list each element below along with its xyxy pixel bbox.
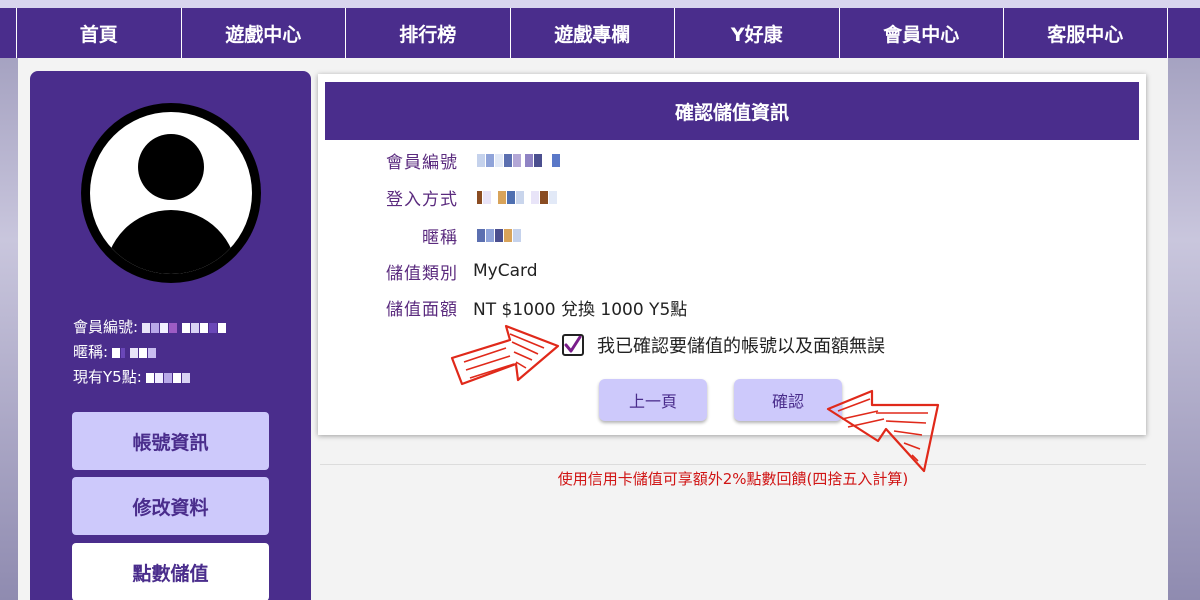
member-sidebar: 會員編號: 暱稱: 現有Y5點: 帳號資訊 修改資料 點數儲值: [30, 71, 311, 600]
topup-amount-row: 儲值面額 NT $1000 兌換 1000 Y5點: [318, 294, 1146, 320]
nav-y-deals[interactable]: Y好康: [674, 8, 839, 58]
member-id-label: 會員編號:: [73, 318, 139, 336]
member-id-row-value: [473, 153, 561, 167]
confirm-topup-panel: 確認儲值資訊 會員編號 登入方式 暱稱 儲值類別 MyCard 儲值面額 NT …: [318, 74, 1146, 435]
member-id-redacted: [142, 322, 227, 333]
topup-type-value: MyCard: [473, 261, 538, 281]
member-id-row: 會員編號: [318, 147, 1146, 173]
nickname-row-label: 暱稱: [422, 227, 458, 248]
topup-amount-label: 儲值面額: [386, 299, 458, 320]
edit-profile-button[interactable]: 修改資料: [72, 477, 269, 535]
topup-type-row: 儲值類別 MyCard: [318, 258, 1146, 284]
nav-leaderboard[interactable]: 排行榜: [345, 8, 510, 58]
panel-title: 確認儲值資訊: [325, 82, 1139, 140]
points-redacted: [145, 372, 191, 383]
nickname-row-value: [473, 228, 522, 242]
back-button[interactable]: 上一頁: [599, 379, 707, 421]
confirm-checkbox[interactable]: [562, 334, 584, 356]
topup-amount-value: NT $1000 兌換 1000 Y5點: [473, 299, 688, 320]
confirm-line: 我已確認要儲值的帳號以及面額無誤: [562, 332, 885, 358]
nav-customer-service[interactable]: 客服中心: [1003, 8, 1168, 58]
member-info: 會員編號: 暱稱: 現有Y5點:: [73, 315, 227, 390]
login-method-row-value: [473, 190, 558, 204]
divider: [320, 464, 1146, 465]
member-id-line: 會員編號:: [73, 315, 227, 340]
points-topup-button[interactable]: 點數儲值: [72, 543, 269, 600]
nav-game-column[interactable]: 遊戲專欄: [509, 8, 675, 58]
nav-game-center[interactable]: 遊戲中心: [180, 8, 346, 58]
nickname-redacted: [112, 347, 157, 358]
topup-type-label: 儲值類別: [386, 263, 458, 284]
credit-card-notice: 使用信用卡儲值可享額外2%點數回饋(四捨五入計算): [557, 470, 909, 488]
confirm-text: 我已確認要儲值的帳號以及面額無誤: [597, 336, 885, 357]
nav-member-center[interactable]: 會員中心: [838, 8, 1004, 58]
nickname-line: 暱稱:: [73, 340, 227, 365]
checkmark-icon: [564, 336, 582, 353]
top-strip: [0, 0, 1200, 8]
member-id-row-label: 會員編號: [386, 152, 458, 173]
account-info-button[interactable]: 帳號資訊: [72, 412, 269, 470]
confirm-button[interactable]: 確認: [734, 379, 842, 421]
points-line: 現有Y5點:: [73, 365, 227, 390]
login-method-row: 登入方式: [318, 184, 1146, 210]
user-avatar-icon: [81, 103, 261, 283]
nav-home[interactable]: 首頁: [16, 8, 181, 58]
main-nav: 首頁 遊戲中心 排行榜 遊戲專欄 Y好康 會員中心 客服中心: [0, 8, 1200, 58]
nickname-row: 暱稱: [318, 222, 1146, 248]
login-method-row-label: 登入方式: [386, 189, 458, 210]
nickname-label: 暱稱:: [73, 343, 109, 361]
points-label: 現有Y5點:: [73, 368, 142, 386]
